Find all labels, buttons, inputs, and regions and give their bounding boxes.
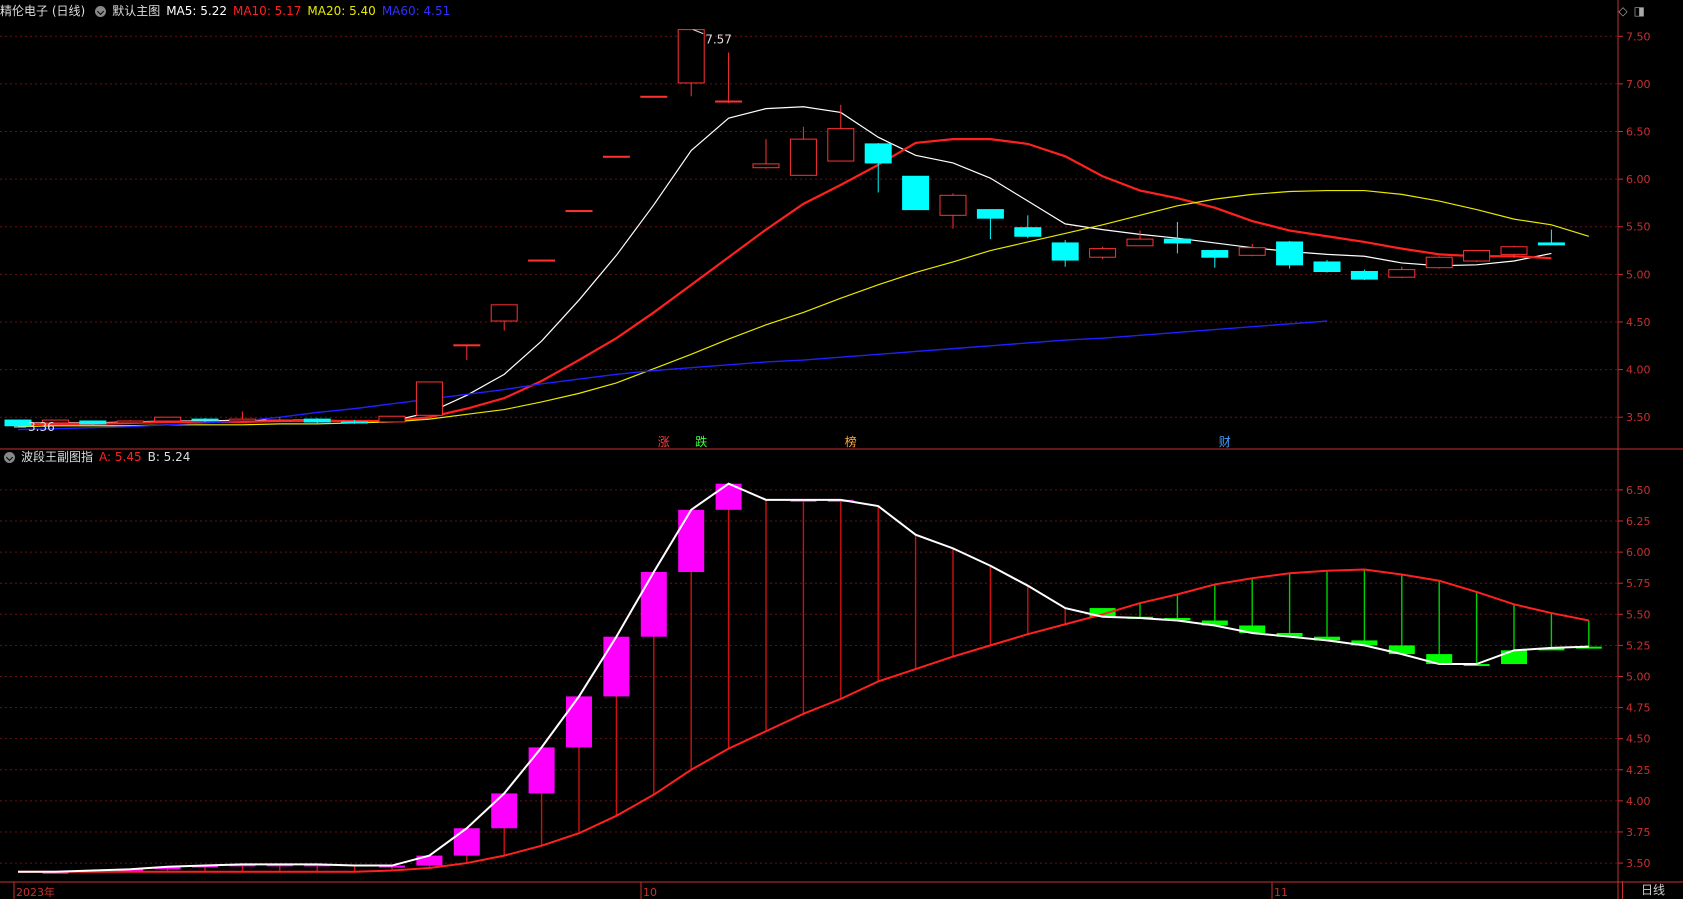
- ma20-line: [17, 189, 1589, 428]
- band-block: [453, 828, 480, 856]
- candle: [1051, 242, 1079, 261]
- band-block: [603, 636, 630, 697]
- band-block: [1501, 650, 1527, 665]
- sub-tick-label: 5.50: [1626, 608, 1651, 621]
- main-tick-label: 5.50: [1626, 221, 1651, 234]
- candle: [191, 418, 219, 421]
- candle: [341, 421, 369, 424]
- candle: [415, 381, 443, 416]
- main-tick-label: 7.00: [1626, 78, 1651, 91]
- band-block: [640, 572, 667, 637]
- candle: [1201, 250, 1229, 258]
- ma60-line: [17, 320, 1328, 431]
- sub-tick-label: 6.50: [1626, 484, 1651, 497]
- candle: [1014, 227, 1042, 237]
- candle: [1238, 247, 1266, 256]
- candle: [79, 420, 107, 425]
- marker-label[interactable]: 榜: [845, 434, 857, 449]
- candle: [565, 210, 593, 213]
- candle: [1350, 270, 1378, 280]
- main-tick-label: 6.00: [1626, 173, 1651, 186]
- sub-tick-label: 5.75: [1626, 577, 1651, 590]
- candle: [1388, 269, 1416, 278]
- marker-label[interactable]: 财: [1219, 435, 1231, 449]
- sub-tick-label: 4.00: [1626, 795, 1651, 808]
- sub-tick-label: 3.75: [1626, 826, 1651, 839]
- ma10-line: [18, 138, 1552, 425]
- candle: [1313, 261, 1341, 272]
- candle: [640, 95, 668, 98]
- x-tick-label: 2023年: [16, 885, 55, 899]
- candle: [490, 304, 518, 322]
- period-tab[interactable]: 日线: [1622, 881, 1683, 899]
- candle: [1089, 248, 1117, 258]
- band-block: [678, 509, 705, 572]
- x-tick-label: 11: [1274, 886, 1288, 899]
- candle: [677, 29, 705, 84]
- low-annotation: 3.36: [28, 420, 55, 434]
- marker-label[interactable]: 跌: [695, 434, 707, 449]
- candle: [864, 143, 892, 164]
- main-tick-label: 3.50: [1626, 411, 1651, 424]
- candle: [976, 209, 1004, 219]
- x-tick-label: 10: [643, 886, 657, 899]
- sub-tick-label: 6.25: [1626, 515, 1651, 528]
- main-tick-label: 7.50: [1626, 30, 1651, 43]
- candle: [378, 415, 406, 423]
- band-block: [528, 747, 555, 794]
- sub-tick-label: 5.00: [1626, 670, 1651, 683]
- band-block: [491, 793, 518, 829]
- candle: [752, 163, 780, 169]
- candle: [266, 419, 294, 422]
- candle: [789, 138, 817, 176]
- candle: [154, 416, 182, 422]
- candle: [1537, 242, 1565, 246]
- candle: [228, 418, 256, 422]
- candle: [1126, 238, 1154, 247]
- sub-tick-label: 3.50: [1626, 857, 1651, 870]
- band-block: [566, 696, 592, 748]
- main-tick-label: 4.50: [1626, 316, 1651, 329]
- sub-tick-label: 4.50: [1626, 733, 1651, 746]
- candle: [939, 194, 967, 216]
- candle: [116, 420, 144, 424]
- candle: [303, 418, 331, 423]
- marker-label[interactable]: 涨: [658, 434, 670, 449]
- stock-chart[interactable]: 7.50 7.00 6.50 6.00 5.50 5.00 4.50 4.00 3.50 7.57…: [0, 0, 1683, 899]
- candle: [902, 175, 930, 211]
- candle: [602, 155, 630, 158]
- sub-tick-label: 4.25: [1626, 764, 1651, 777]
- candle: [528, 259, 556, 262]
- candle: [1463, 250, 1491, 262]
- sub-tick-label: 4.75: [1626, 702, 1651, 715]
- main-tick-label: 5.00: [1626, 268, 1651, 281]
- high-annotation: 7.57: [705, 33, 732, 47]
- candle: [1425, 256, 1453, 269]
- main-tick-label: 6.50: [1626, 126, 1651, 139]
- main-tick-label: 4.00: [1626, 364, 1651, 377]
- candle: [1276, 241, 1304, 266]
- candle: [1163, 238, 1191, 244]
- sub-tick-label: 5.25: [1626, 639, 1651, 652]
- candle: [827, 128, 855, 162]
- candle: [715, 100, 743, 103]
- sub-tick-label: 6.00: [1626, 546, 1651, 559]
- candle: [1500, 246, 1528, 255]
- candle: [453, 344, 481, 347]
